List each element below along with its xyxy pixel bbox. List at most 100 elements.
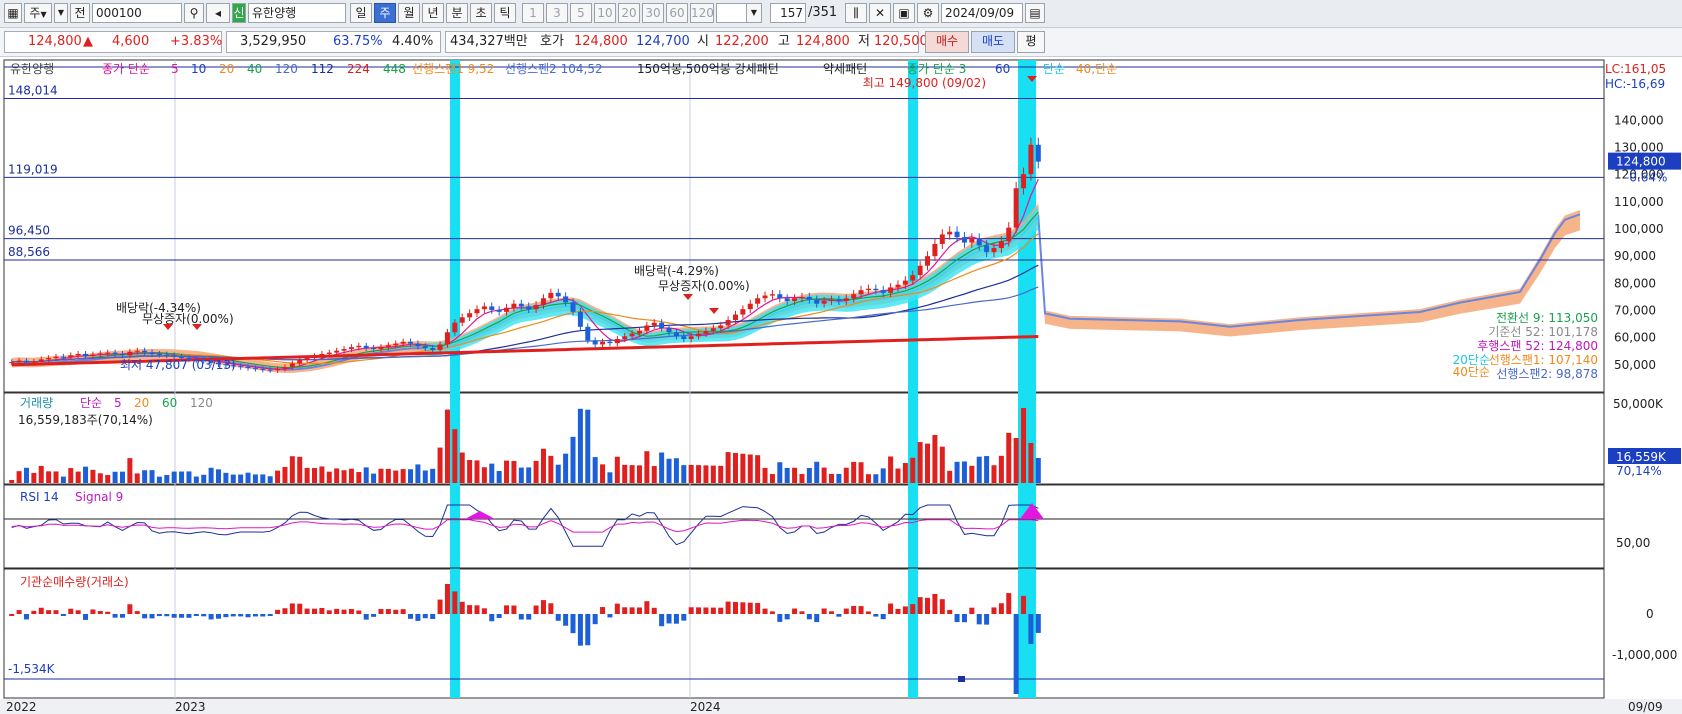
inst-bar bbox=[925, 597, 931, 614]
interval-30[interactable]: 30 bbox=[642, 3, 664, 23]
sell-button[interactable]: 매도 bbox=[971, 31, 1015, 53]
inst-bar bbox=[984, 614, 990, 625]
volume-tag-text: 16,559K bbox=[1616, 450, 1667, 464]
candle-body bbox=[238, 366, 244, 368]
interval-10[interactable]: 10 bbox=[594, 3, 616, 23]
inst-bar bbox=[452, 591, 458, 614]
period-second[interactable]: 초 bbox=[470, 3, 492, 23]
period-year[interactable]: 년 bbox=[422, 3, 444, 23]
interval-20[interactable]: 20 bbox=[618, 3, 640, 23]
bar-count-input[interactable]: 157 bbox=[770, 3, 806, 23]
candle-body bbox=[592, 340, 598, 345]
calendar-icon[interactable]: ▤ bbox=[1025, 3, 1045, 23]
candle-body bbox=[142, 350, 148, 353]
volume-bar bbox=[260, 474, 266, 483]
period-month[interactable]: 월 bbox=[398, 3, 420, 23]
candle-body bbox=[806, 296, 812, 300]
ichimoku-label: 후행스팬 52: 124,800 bbox=[1477, 338, 1598, 353]
period-week[interactable]: 주 bbox=[374, 3, 396, 23]
candle-body bbox=[312, 356, 318, 359]
volume-bar bbox=[555, 464, 561, 483]
volume-bar bbox=[252, 474, 258, 483]
volume-bar bbox=[769, 474, 775, 483]
volume-bar bbox=[629, 465, 635, 483]
inst-bar bbox=[880, 614, 886, 620]
interval-5[interactable]: 5 bbox=[570, 3, 592, 23]
low-note: 최저 47,807 (03/13) bbox=[120, 358, 236, 372]
inst-bar bbox=[777, 614, 783, 622]
period-day[interactable]: 일 bbox=[350, 3, 372, 23]
inst-bar bbox=[53, 610, 59, 614]
stock-name-field[interactable]: 유한양행 bbox=[248, 3, 346, 23]
volume-bar bbox=[932, 435, 938, 483]
up-arrow-icon: ▲ bbox=[83, 34, 93, 49]
candle-body bbox=[718, 325, 724, 329]
save-icon[interactable]: ▣ bbox=[893, 3, 915, 23]
inst-bar bbox=[223, 614, 229, 618]
span2-legend: 선행스팬2 104,52 bbox=[505, 61, 603, 76]
stock-chart[interactable]: 148,014 119,019 96,450 88,566 유한양행 종가 단순 선행… bbox=[0, 57, 1682, 714]
volume-bar bbox=[408, 469, 414, 483]
volume-bar bbox=[459, 452, 465, 483]
open-label: 시 bbox=[697, 34, 709, 49]
volume-bar bbox=[304, 467, 310, 483]
candle-body bbox=[792, 298, 798, 301]
x-label-2024: 2024 bbox=[690, 700, 721, 714]
period-minute[interactable]: 분 bbox=[446, 3, 468, 23]
inst-title: 기관순매수량(거래소) bbox=[20, 575, 129, 589]
volume-bar bbox=[614, 456, 620, 483]
period-select[interactable]: 주▼ bbox=[24, 3, 52, 23]
interval-120[interactable]: 120 bbox=[690, 3, 714, 23]
inst-bar bbox=[23, 614, 29, 620]
volume-bar bbox=[880, 468, 886, 483]
ma-period-label: 40 bbox=[247, 62, 262, 76]
volume-bar bbox=[1028, 443, 1034, 483]
price-level-label: 96,450 bbox=[8, 224, 50, 238]
inst-bar bbox=[393, 609, 399, 614]
volume-bar bbox=[83, 466, 89, 483]
date-input[interactable]: 2024/09/09 bbox=[941, 3, 1023, 23]
price-y-tick: 140,000 bbox=[1614, 113, 1664, 127]
volume-bar bbox=[961, 461, 967, 483]
volume-bar bbox=[245, 472, 251, 483]
volume-bar bbox=[297, 456, 303, 483]
inst-bar bbox=[607, 614, 613, 618]
layout-icon[interactable]: ▦ bbox=[4, 3, 22, 23]
buy-button[interactable]: 매수 bbox=[925, 31, 969, 53]
interval-1[interactable]: 1 bbox=[522, 3, 544, 23]
stock-code-input[interactable]: 000100 bbox=[92, 3, 182, 23]
price-level-label: 119,019 bbox=[8, 162, 58, 176]
interval-3[interactable]: 3 bbox=[546, 3, 568, 23]
candle-body bbox=[732, 314, 738, 321]
period-tick[interactable]: 틱 bbox=[494, 3, 516, 23]
candle-body bbox=[969, 238, 975, 243]
volume-bar bbox=[452, 429, 458, 483]
speaker-icon[interactable]: ◂ bbox=[206, 3, 230, 23]
volume-bar bbox=[917, 442, 923, 483]
ma2-d-legend: 40,단순 bbox=[1076, 62, 1117, 76]
volume-bar bbox=[725, 452, 731, 483]
eval-button[interactable]: 평 bbox=[1017, 31, 1045, 53]
candle-icon[interactable]: ⫼ bbox=[845, 3, 867, 23]
candle-body bbox=[68, 355, 74, 358]
volume-bar bbox=[585, 409, 591, 483]
inst-bar bbox=[865, 611, 871, 614]
inst-bar bbox=[836, 614, 842, 617]
crosshair-icon[interactable]: ✕ bbox=[869, 3, 891, 23]
prev-button[interactable]: 전 bbox=[70, 3, 90, 23]
volume-bar bbox=[710, 465, 716, 483]
gear-icon[interactable]: ⚙ bbox=[917, 3, 939, 23]
chevron-down-icon[interactable]: ▼ bbox=[54, 3, 68, 23]
volume-bar bbox=[666, 458, 672, 483]
interval-60[interactable]: 60 bbox=[666, 3, 688, 23]
volume-current: 16,559,183주(70,14%) bbox=[18, 413, 153, 427]
inst-bar bbox=[858, 606, 864, 614]
volume-tag-pct: 70,14% bbox=[1616, 464, 1662, 478]
volume-bar bbox=[378, 468, 384, 483]
rsi-title: RSI 14 bbox=[20, 490, 59, 504]
volume-bar bbox=[1021, 408, 1027, 483]
volume-bar bbox=[622, 464, 628, 483]
chevron-down-icon[interactable]: ▼ bbox=[746, 3, 762, 23]
search-icon[interactable]: ⚲ bbox=[184, 3, 204, 23]
volume-bar bbox=[954, 461, 960, 483]
